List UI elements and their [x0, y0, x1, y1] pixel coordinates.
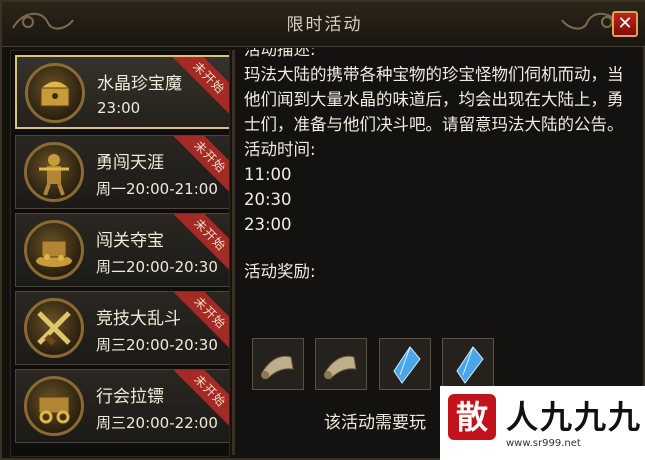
panel-divider: [232, 50, 235, 455]
activity-detail: 活动描述: 玛法大陆的携带各种宝物的珍宝怪物们伺机而动，当他们闻到大量水晶的味道…: [244, 48, 636, 388]
scroll-icon: [324, 355, 357, 380]
time-entry: 11:00: [244, 165, 292, 184]
activity-item-guild-escort[interactable]: 行会拉镖 周三20:00-22:00 未开始: [15, 369, 229, 443]
window-title: 限时活动: [286, 15, 363, 35]
treasure-pile-icon: [24, 220, 84, 280]
activity-item-level-treasure[interactable]: 闯关夺宝 周二20:00-20:30 未开始: [15, 213, 229, 287]
reward-label: 活动奖励:: [244, 262, 316, 281]
activity-time: 周三20:00-22:00: [96, 414, 218, 432]
activity-time: 周二20:00-20:30: [96, 258, 218, 276]
blue-crystal-icon: [456, 346, 484, 384]
reward-slot[interactable]: [379, 338, 431, 390]
time-entry: 20:30: [244, 190, 292, 209]
activity-time: 周三20:00-20:30: [96, 336, 218, 354]
activity-name: 闯关夺宝: [96, 231, 164, 251]
watermark-url: www.sr999.net: [506, 438, 581, 449]
activity-name: 行会拉镖: [96, 387, 164, 407]
activity-time: 周一20:00-21:00: [96, 180, 218, 198]
activity-name: 水晶珍宝魔: [97, 74, 182, 94]
activity-name: 竞技大乱斗: [96, 309, 181, 329]
activity-item-arena-brawl[interactable]: 竞技大乱斗 周三20:00-20:30 未开始: [15, 291, 229, 365]
activity-list: 水晶珍宝魔 23:00 未开始 勇闯天涯 周一20:00-21:00 未开始 闯…: [10, 50, 230, 457]
description-label: 活动描述:: [244, 48, 316, 59]
watermark-mark: 散: [448, 394, 496, 440]
close-button[interactable]: ✕: [612, 11, 638, 37]
activity-item-crystal-treasure[interactable]: 水晶珍宝魔 23:00 未开始: [15, 55, 229, 129]
title-bar: 限时活动 ✕: [2, 2, 645, 47]
activity-name: 勇闯天涯: [96, 153, 164, 173]
cart-icon: [24, 376, 84, 436]
activity-time: 23:00: [97, 99, 141, 117]
blue-crystal-icon: [393, 346, 421, 384]
warrior-icon: [24, 142, 84, 202]
time-label: 活动时间:: [244, 140, 316, 159]
scroll-icon: [261, 355, 294, 380]
description-text: 玛法大陆的携带各种宝物的珍宝怪物们伺机而动，当他们闻到大量水晶的味道后，均会出现…: [244, 65, 624, 134]
requirement-text: 该活动需要玩: [324, 413, 426, 433]
reward-slot[interactable]: [315, 338, 367, 390]
activity-item-brave-adventure[interactable]: 勇闯天涯 周一20:00-21:00 未开始: [15, 135, 229, 209]
reward-slot[interactable]: [252, 338, 304, 390]
watermark-logo: 散 人九九九 www.sr999.net: [440, 386, 645, 460]
treasure-chest-icon: [25, 63, 85, 123]
time-entry: 23:00: [244, 215, 292, 234]
watermark-name: 人九九九: [506, 398, 643, 436]
reward-slot[interactable]: [442, 338, 494, 390]
crossed-swords-icon: [24, 298, 84, 358]
